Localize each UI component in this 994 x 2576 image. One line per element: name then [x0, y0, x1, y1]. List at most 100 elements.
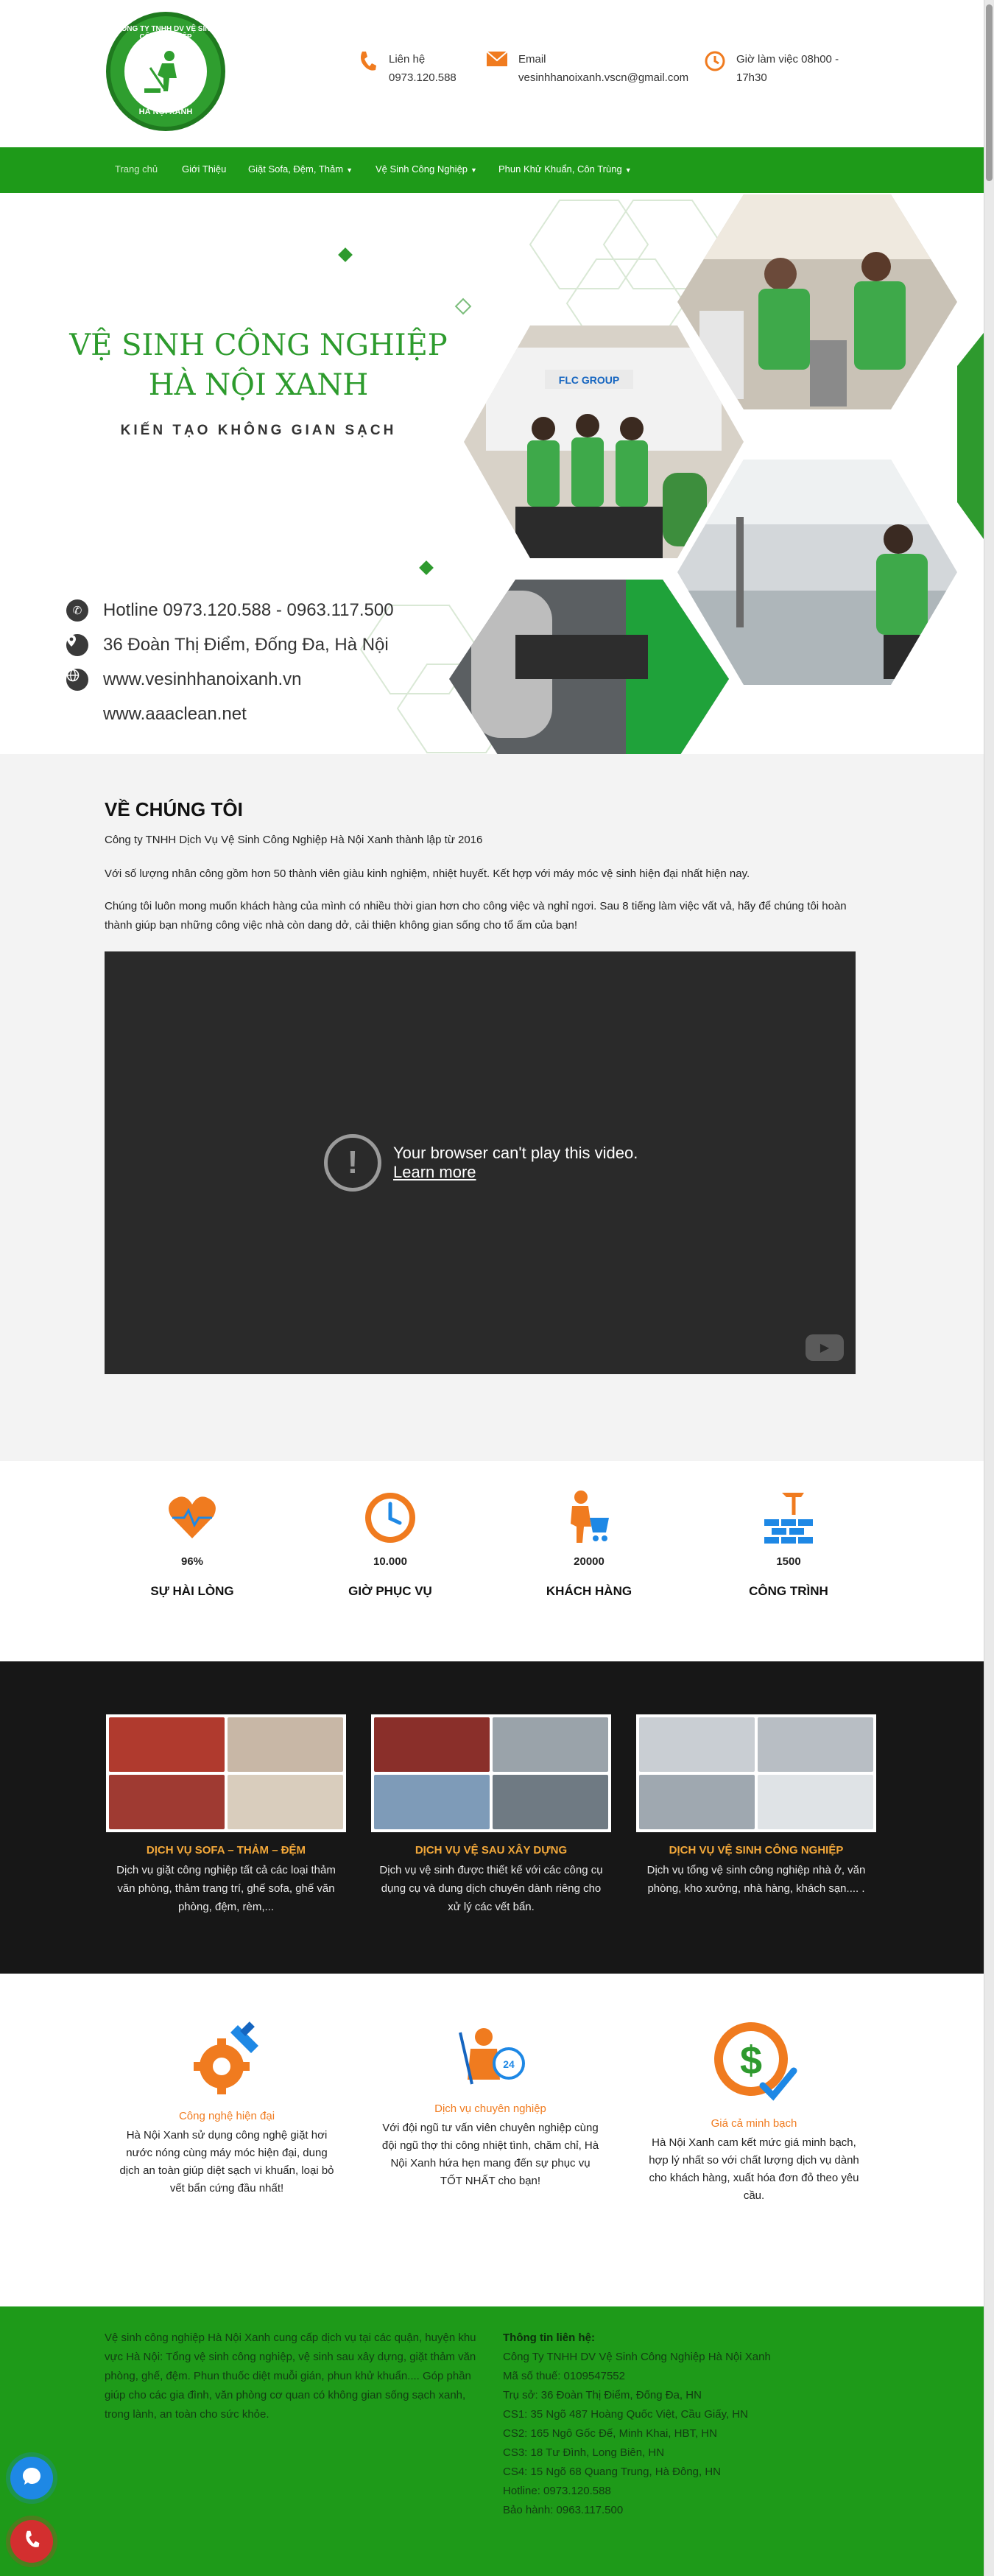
service-title[interactable]: DỊCH VỤ VỆ SAU XÂY DỰNG — [371, 1844, 611, 1857]
feature-title: Công nghệ hiện đại — [178, 2110, 275, 2122]
clock-icon — [317, 1485, 464, 1551]
stats-section: 96% SỰ HÀI LÒNG 10.000 GIỜ PHỤC VỤ 20000… — [0, 1461, 984, 1661]
stat-value: 1500 — [776, 1555, 801, 1568]
about-paragraph: Công ty TNHH Dịch Vụ Vệ Sinh Công Nghiệp… — [105, 834, 483, 846]
footer-contact-line: CS3: 18 Tư Đình, Long Biên, HN — [503, 2446, 665, 2459]
contact-value: 17h30 — [736, 71, 767, 84]
stat-label: SỰ HÀI LÒNG — [150, 1584, 234, 1598]
globe-icon — [66, 669, 88, 691]
feature-title: Giá cả minh bạch — [711, 2117, 797, 2130]
nav-item-sofa[interactable]: Giặt Sofa, Đệm, Thảm ▼ — [248, 163, 353, 175]
footer-contact-line: Công Ty TNHH DV Vệ Sinh Công Nghiệp Hà N… — [503, 2351, 771, 2363]
scrollbar-thumb[interactable] — [986, 4, 993, 181]
service-card[interactable]: DỊCH VỤ SOFA – THẢM – ĐỆM Dịch vụ giặt c… — [106, 1714, 346, 1916]
feature-description: Hà Nội Xanh sử dụng công nghệ giặt hơi n… — [119, 2129, 334, 2195]
service-image — [106, 1714, 346, 1832]
site-header: CÔNG TY TNHH DV VỆ SINH CÔNG NGHIỆP HÀ N… — [0, 0, 984, 147]
brick-wall-icon — [715, 1485, 862, 1551]
site-footer: Vệ sinh công nghiệp Hà Nội Xanh cung cấp… — [0, 2306, 984, 2576]
chat-button[interactable] — [10, 2457, 53, 2499]
stat-label: CÔNG TRÌNH — [749, 1584, 828, 1598]
contact-email[interactable]: Email vesinhhanoixanh.vscn@gmail.com — [486, 50, 688, 87]
stat-label: KHÁCH HÀNG — [546, 1584, 632, 1598]
shopping-cart-person-icon — [515, 1485, 663, 1551]
footer-contact-line: Trụ sở: 36 Đoàn Thị Điểm, Đống Đa, HN — [503, 2389, 702, 2401]
contact-phone[interactable]: Liên hệ 0973.120.588 — [356, 50, 457, 87]
phone-icon: ✆ — [66, 599, 88, 622]
feature-description: Hà Nội Xanh cam kết mức giá minh bạch, h… — [649, 2136, 859, 2202]
feature-description: Với đội ngũ tư vấn viên chuyên nghiệp cù… — [381, 2122, 599, 2187]
footer-contact-line[interactable]: Hotline: 0973.120.588 — [503, 2482, 915, 2501]
site-logo[interactable]: CÔNG TY TNHH DV VỆ SINH CÔNG NGHIỆP HÀ N… — [106, 12, 225, 131]
stat-customers: 20000 KHÁCH HÀNG — [515, 1485, 663, 1599]
nav-item-industrial-cleaning[interactable]: Vệ Sinh Công Nghiệp ▼ — [376, 163, 477, 175]
footer-contact-line[interactable]: Bảo hành: 0963.117.500 — [503, 2501, 915, 2520]
chevron-down-icon: ▼ — [346, 166, 353, 174]
service-description: Dịch vụ vệ sinh được thiết kế với các cô… — [379, 1864, 603, 1913]
nav-item-home[interactable]: Trang chủ — [115, 163, 158, 175]
about-paragraph: Với số lượng nhân công gồm hơn 50 thành … — [105, 868, 750, 880]
phone-call-icon — [22, 2530, 41, 2554]
services-section: DỊCH VỤ SOFA – THẢM – ĐỆM Dịch vụ giặt c… — [0, 1661, 984, 1974]
warning-icon: ! — [324, 1134, 381, 1192]
clock-icon — [704, 50, 726, 72]
nav-item-about[interactable]: Giới Thiệu — [182, 163, 226, 175]
contact-label: Giờ làm việc 08h00 - — [736, 53, 839, 66]
hero-website-text: www.vesinhhanoixanh.vn — [103, 669, 302, 689]
stat-projects: 1500 CÔNG TRÌNH — [715, 1485, 862, 1599]
about-heading: VỀ CHÚNG TÔI — [105, 798, 243, 820]
footer-contact-line: CS2: 165 Ngô Gốc Đế, Minh Khai, HBT, HN — [503, 2427, 717, 2440]
contact-value: 0973.120.588 — [389, 71, 457, 84]
footer-contact-line: CS4: 15 Ngõ 68 Quang Trung, Hà Đông, HN — [503, 2466, 722, 2478]
footer-contact-line: CS1: 35 Ngõ 487 Hoàng Quốc Việt, Cầu Giấ… — [503, 2408, 748, 2421]
location-pin-icon — [66, 634, 88, 656]
service-card[interactable]: DỊCH VỤ VỆ SAU XÂY DỰNG Dịch vụ vệ sinh … — [371, 1714, 611, 1916]
cleaner-24h-icon: 24 — [380, 2018, 601, 2095]
dollar-check-icon: $ — [644, 2018, 864, 2110]
stat-label: GIỜ PHỤC VỤ — [348, 1584, 432, 1598]
service-image — [371, 1714, 611, 1832]
chat-bubble-icon — [21, 2466, 42, 2491]
stat-value: 10.000 — [373, 1555, 407, 1568]
photo-sign-text: FLC GROUP — [559, 374, 619, 386]
features-section: Công nghệ hiện đại Hà Nội Xanh sử dụng c… — [0, 1974, 984, 2306]
heart-pulse-icon — [119, 1485, 266, 1551]
svg-text:$: $ — [740, 2038, 762, 2083]
contact-hours: Giờ làm việc 08h00 - 17h30 — [704, 50, 839, 87]
contact-label: Email — [518, 53, 546, 66]
video-error: ! Your browser can't play this video. Le… — [324, 1134, 638, 1192]
hero-hotline-text: Hotline 0973.120.588 - 0963.117.500 — [103, 600, 394, 620]
cleaner-figure-icon — [144, 51, 177, 93]
gear-brush-icon — [116, 2018, 337, 2102]
learn-more-link[interactable]: Learn more — [393, 1163, 638, 1182]
hero-website[interactable]: www.vesinhhanoixanh.vn — [66, 669, 302, 691]
page: CÔNG TY TNHH DV VỆ SINH CÔNG NGHIỆP HÀ N… — [0, 0, 984, 2576]
contact-label: Liên hệ — [389, 53, 426, 66]
logo-ring-bottom: HÀ NỘI XANH — [138, 108, 193, 116]
video-error-text: Your browser can't play this video. — [393, 1144, 638, 1162]
footer-about: Vệ sinh công nghiệp Hà Nội Xanh cung cấp… — [105, 2332, 476, 2421]
feature-technology: Công nghệ hiện đại Hà Nội Xanh sử dụng c… — [116, 2018, 337, 2197]
nav-item-disinfection[interactable]: Phun Khử Khuẩn, Côn Trùng ▼ — [498, 163, 632, 175]
hero-website-2[interactable]: www.aaaclean.net — [66, 703, 247, 725]
youtube-icon[interactable]: ▶ — [806, 1334, 844, 1361]
stat-value: 20000 — [574, 1555, 604, 1568]
svg-text:24: 24 — [503, 2058, 515, 2070]
feature-professional: 24 Dịch vụ chuyên nghiệp Với đội ngũ tư … — [380, 2018, 601, 2190]
hero-hotline[interactable]: ✆ Hotline 0973.120.588 - 0963.117.500 — [66, 599, 394, 622]
service-title[interactable]: DỊCH VỤ SOFA – THẢM – ĐỆM — [106, 1844, 346, 1857]
page-scrollbar[interactable] — [984, 0, 994, 2576]
footer-contact: Thông tin liên hệ: Công Ty TNHH DV Vệ Si… — [503, 2329, 915, 2520]
service-title[interactable]: DỊCH VỤ VỆ SINH CÔNG NGHIỆP — [636, 1844, 876, 1857]
service-description: Dịch vụ giặt công nghiệp tất cả các loại… — [116, 1864, 336, 1913]
feature-title: Dịch vụ chuyên nghiệp — [434, 2102, 546, 2115]
service-card[interactable]: DỊCH VỤ VỆ SINH CÔNG NGHIỆP Dịch vụ tổng… — [636, 1714, 876, 1898]
footer-contact-line: Mã số thuế: 0109547552 — [503, 2370, 625, 2382]
service-image — [636, 1714, 876, 1832]
stat-satisfaction: 96% SỰ HÀI LÒNG — [119, 1485, 266, 1599]
hero-title: VỆ SINH CÔNG NGHIỆP HÀ NỘI XANH — [69, 328, 448, 402]
call-button[interactable] — [10, 2520, 53, 2563]
main-nav: Trang chủ Giới Thiệu Giặt Sofa, Đệm, Thả… — [0, 147, 984, 193]
video-player[interactable]: ! Your browser can't play this video. Le… — [105, 951, 856, 1374]
hero-address-text: 36 Đoàn Thị Điểm, Đống Đa, Hà Nội — [103, 635, 389, 655]
